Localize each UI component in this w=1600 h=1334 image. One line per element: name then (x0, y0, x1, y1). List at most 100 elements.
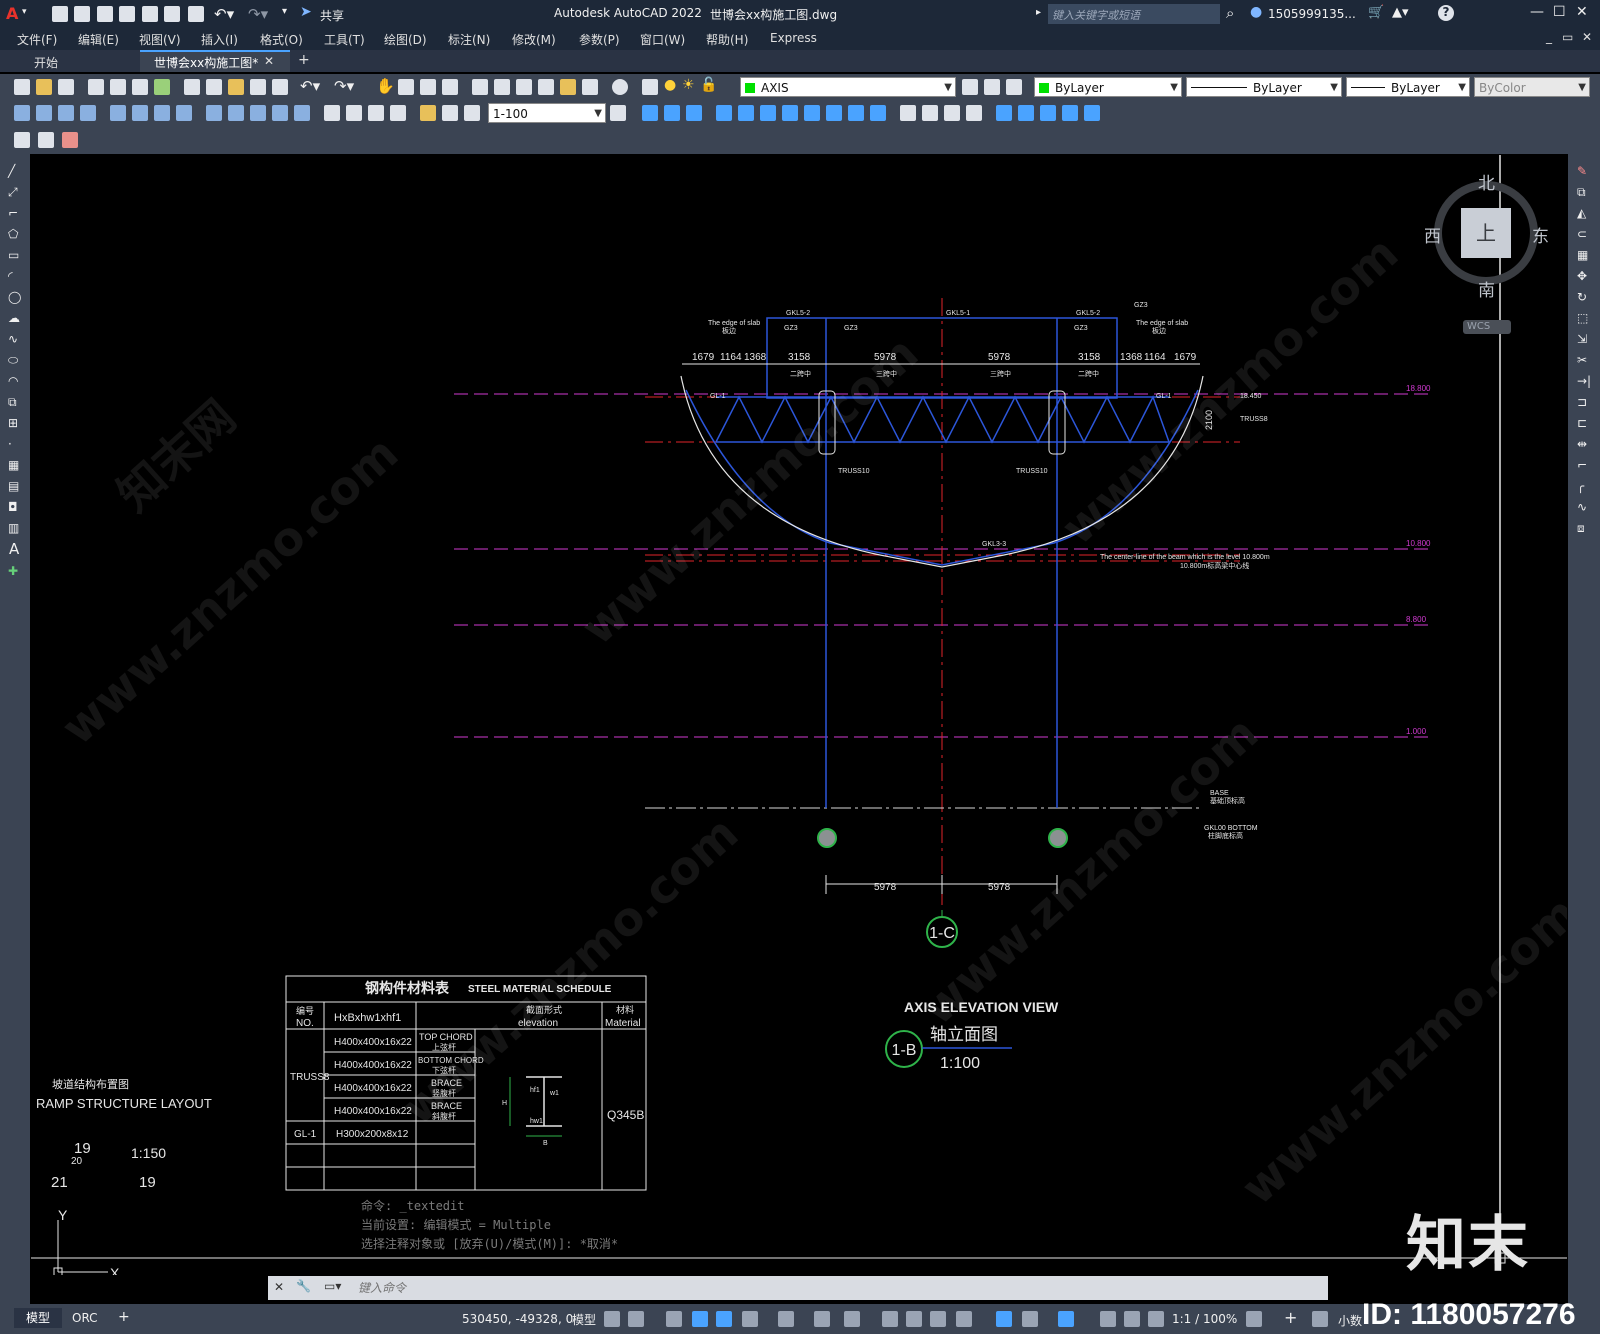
ucs-apply-icon[interactable] (922, 105, 938, 121)
transparency-icon[interactable] (906, 1311, 922, 1327)
spline-icon[interactable]: ∿ (8, 332, 18, 346)
viewcube-top-face[interactable]: 上 (1461, 208, 1511, 258)
table-icon[interactable] (62, 132, 78, 148)
doc-minimize-button[interactable]: _ (1546, 30, 1552, 44)
viewcube-north[interactable]: 北 (1478, 169, 1495, 194)
view-right-icon[interactable] (1062, 105, 1078, 121)
selection-filter-icon[interactable] (1022, 1311, 1038, 1327)
radius-icon[interactable] (110, 105, 126, 121)
linear-dim-icon[interactable] (14, 105, 30, 121)
redo-icon[interactable]: ↷▾ (334, 77, 354, 95)
menu-window[interactable]: 窗口(W) (640, 31, 685, 48)
units-readout[interactable]: 小数 (1338, 1312, 1362, 1329)
new-tab-button[interactable]: + (298, 52, 310, 68)
units-icon[interactable] (1312, 1311, 1328, 1327)
qnew-icon[interactable] (14, 79, 30, 95)
print-icon[interactable] (88, 79, 104, 95)
ucs-face-icon[interactable] (716, 105, 732, 121)
ellipse-icon[interactable]: ⬭ (8, 353, 18, 368)
stretch-icon[interactable]: ⇲ (1577, 332, 1587, 346)
ellipse-arc-icon[interactable]: ◠ (8, 374, 18, 388)
undo-icon[interactable]: ↶▾ (214, 5, 234, 23)
inspect-icon[interactable] (368, 105, 384, 121)
pan-icon[interactable]: ✋ (376, 77, 395, 95)
layer-on-icon[interactable]: ● (664, 77, 676, 93)
region-icon[interactable]: ◘ (8, 500, 18, 514)
ucs-settings-icon[interactable] (966, 105, 982, 121)
ucs-view-icon[interactable] (760, 105, 776, 121)
arc-length-icon[interactable] (58, 105, 74, 121)
publish-icon[interactable] (132, 79, 148, 95)
tool-palettes-icon[interactable] (516, 79, 532, 95)
chamfer-icon[interactable]: ⌐ (1577, 458, 1587, 472)
menu-modify[interactable]: 修改(M) (512, 31, 556, 48)
point-icon[interactable]: · (8, 437, 12, 451)
menu-file[interactable]: 文件(F) (17, 31, 57, 48)
named-ucs-icon[interactable] (944, 105, 960, 121)
customize-qat-icon[interactable]: ▾ (282, 6, 287, 17)
dim-edit-icon[interactable] (420, 105, 436, 121)
break-point-icon[interactable]: ⊐ (1577, 395, 1587, 409)
baseline-icon[interactable] (228, 105, 244, 121)
view-front-icon[interactable] (1084, 105, 1100, 121)
wcs-menu[interactable]: WCS (1463, 320, 1511, 334)
gradient-icon[interactable]: ▤ (8, 479, 19, 493)
drawing-canvas[interactable]: 1679 1164 1368 3158 5978 5978 3158 1368 … (31, 155, 1567, 1275)
view-top-icon[interactable] (996, 105, 1012, 121)
construction-line-icon[interactable]: ⤢ (8, 185, 18, 200)
ucs-object-icon[interactable] (738, 105, 754, 121)
add-layout-button[interactable]: + (118, 1309, 130, 1325)
dim-update-icon[interactable] (464, 105, 480, 121)
open-web-icon[interactable] (142, 6, 158, 22)
menu-edit[interactable]: 编辑(E) (78, 31, 119, 48)
sheet-set-icon[interactable] (538, 79, 554, 95)
copy-icon[interactable] (206, 79, 222, 95)
dynamic-ucs-icon[interactable] (996, 1311, 1012, 1327)
layer-combo[interactable]: AXIS ▼ (740, 77, 956, 97)
make-block-icon[interactable] (38, 132, 54, 148)
ucs-icon[interactable] (642, 105, 658, 121)
preview-icon[interactable] (110, 79, 126, 95)
ortho-icon[interactable] (716, 1311, 732, 1327)
array-icon[interactable]: ▦ (1577, 248, 1588, 262)
paste-icon[interactable] (228, 79, 244, 95)
space-icon[interactable] (272, 105, 288, 121)
mtext-icon[interactable]: A (9, 540, 19, 558)
linetype-combo[interactable]: ByLayer ▼ (1186, 77, 1342, 97)
layer-state-icon[interactable] (1006, 79, 1022, 95)
object-snap-icon[interactable] (844, 1311, 860, 1327)
search-expand-icon[interactable]: ▸ (1036, 7, 1041, 18)
selection-cycling-icon[interactable] (930, 1311, 946, 1327)
help-button[interactable]: ? (1438, 5, 1454, 21)
close-tab-icon[interactable]: ✕ (264, 54, 274, 68)
zoom-previous-icon[interactable] (442, 79, 458, 95)
layer-previous-icon[interactable] (984, 79, 1000, 95)
jogged-linear-icon[interactable] (390, 105, 406, 121)
ucs-y-icon[interactable] (870, 105, 886, 121)
diameter-icon[interactable] (154, 105, 170, 121)
dynamic-input-icon[interactable] (692, 1311, 708, 1327)
close-button[interactable]: ✕ (1576, 4, 1588, 20)
save-icon[interactable] (97, 6, 113, 22)
blend-icon[interactable]: ∿ (1577, 500, 1587, 514)
break-icon[interactable] (294, 105, 310, 121)
markup-icon[interactable] (560, 79, 576, 95)
ucs-x-icon[interactable] (848, 105, 864, 121)
copy-object-icon[interactable]: ⧉ (1577, 185, 1586, 200)
view-bottom-icon[interactable] (1018, 105, 1034, 121)
search-input[interactable]: 键入关键字或短语 (1048, 4, 1220, 24)
dim-style-icon[interactable] (610, 105, 626, 121)
cut-icon[interactable] (184, 79, 200, 95)
tab-drawing[interactable]: 世博会xx构施工图* ✕ (140, 50, 290, 72)
workspace-gear-icon[interactable] (1246, 1311, 1262, 1327)
share-icon[interactable]: ➤ (300, 4, 312, 20)
offset-icon[interactable]: ⊂ (1577, 227, 1587, 241)
menu-dimension[interactable]: 标注(N) (448, 31, 490, 48)
3d-print-icon[interactable] (154, 79, 170, 95)
revcloud-icon[interactable]: ☁ (8, 311, 20, 325)
fillet-icon[interactable]: ╭ (1577, 479, 1584, 493)
isodraft-icon[interactable] (778, 1311, 794, 1327)
ucs-3point-icon[interactable] (826, 105, 842, 121)
viewcube-east[interactable]: 东 (1532, 222, 1549, 247)
command-input[interactable] (356, 1278, 1320, 1298)
